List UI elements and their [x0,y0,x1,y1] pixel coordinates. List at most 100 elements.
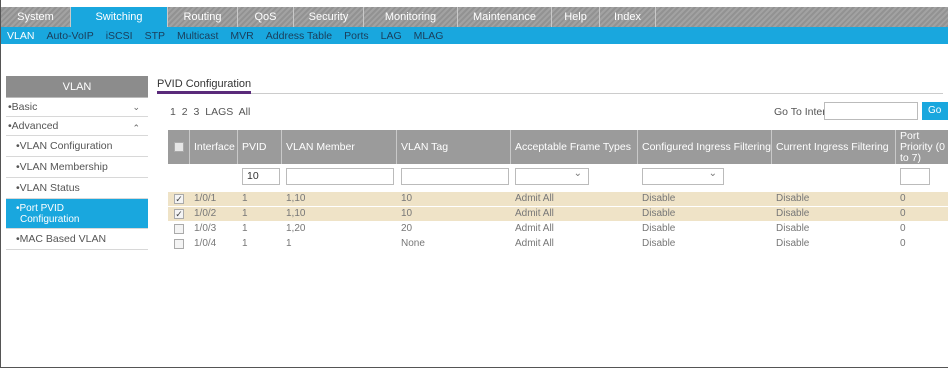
cell-vlan-member: 1 [286,238,292,249]
cell-pvid: 1 [242,223,248,234]
sub-nav: VLAN Auto-VoIP iSCSI STP Multicast MVR A… [1,27,948,44]
row-checkbox[interactable]: ✓ [174,194,184,204]
filter-row: 10 [168,164,948,190]
header-interface[interactable]: Interface [190,130,238,164]
tab-index[interactable]: Index [600,7,656,27]
cell-cfg-ingress: Disable [642,208,676,219]
sidebar-item-mac-based-vlan[interactable]: •MAC Based VLAN [6,229,148,250]
cell-interface: 1/0/2 [194,208,217,219]
tab-monitoring[interactable]: Monitoring [364,7,458,27]
pager-3[interactable]: 3 [194,106,200,118]
sidebar-advanced-label: •Advanced [8,120,59,132]
subnav-auto-voip[interactable]: Auto-VoIP [46,30,93,42]
table-row[interactable]: 1/0/3 1 1,20 20 Admit All Disable Disabl… [168,222,948,236]
pager-all[interactable]: All [239,106,251,118]
cell-vlan-member: 1,10 [286,208,306,219]
header-vlan-tag[interactable]: VLAN Tag [397,130,511,164]
subnav-lag[interactable]: LAG [381,30,402,42]
row-checkbox[interactable] [174,239,184,249]
vlan-tag-filter-input[interactable] [401,168,509,185]
ingress-filter-select[interactable] [642,166,724,185]
subnav-address-table[interactable]: Address Table [266,30,332,42]
sidebar-item-vlan-configuration[interactable]: •VLAN Configuration [6,136,148,157]
cell-vlan-tag: 10 [401,208,413,219]
subnav-mvr[interactable]: MVR [230,30,253,42]
subnav-iscsi[interactable]: iSCSI [106,30,133,42]
cell-cfg-ingress: Disable [642,238,676,249]
top-nav: System Switching Routing QoS Security Mo… [1,7,948,27]
cell-interface: 1/0/1 [194,193,217,204]
sidebar-item-vlan-membership[interactable]: •VLAN Membership [6,157,148,178]
cell-vlan-member: 1,10 [286,193,306,204]
sidebar-item-vlan-status[interactable]: •VLAN Status [6,178,148,199]
header-vlan-member[interactable]: VLAN Member [282,130,397,164]
vlan-member-filter-input[interactable] [286,168,394,185]
row-checkbox[interactable]: ✓ [174,209,184,219]
subnav-vlan[interactable]: VLAN [7,30,34,42]
cell-pvid: 1 [242,208,248,219]
cell-interface: 1/0/4 [194,238,217,249]
cell-interface: 1/0/3 [194,223,217,234]
cell-vlan-member: 1,20 [286,223,306,234]
pager: 1 2 3 LAGS All [170,106,253,118]
sidebar-basic-label: •Basic [8,101,38,113]
cell-frame-types: Admit All [515,193,554,204]
cell-frame-types: Admit All [515,208,554,219]
row-checkbox[interactable] [174,224,184,234]
cell-cur-ingress: Disable [776,223,810,234]
header-pvid[interactable]: PVID [238,130,282,164]
table-row[interactable]: ✓ 1/0/1 1 1,10 10 Admit All Disable Disa… [168,192,948,206]
header-configured-ingress-filtering[interactable]: Configured Ingress Filtering [638,130,772,164]
pager-1[interactable]: 1 [170,106,176,118]
select-all-checkbox[interactable] [174,142,184,152]
tab-pvid-configuration[interactable]: PVID Configuration [157,78,251,90]
pvid-filter-input[interactable]: 10 [242,168,280,185]
pager-lags[interactable]: LAGS [205,106,233,118]
cell-vlan-tag: None [401,238,425,249]
cell-frame-types: Admit All [515,223,554,234]
tab-system[interactable]: System [1,7,71,27]
goto-interface-input[interactable] [824,102,918,120]
cell-pvid: 1 [242,238,248,249]
tab-security[interactable]: Security [294,7,364,27]
header-acceptable-frame-types[interactable]: Acceptable Frame Types [511,130,638,164]
sidebar-item-port-pvid-configuration[interactable]: •Port PVID Configuration [6,199,148,229]
cell-pvid: 1 [242,193,248,204]
tab-help[interactable]: Help [552,7,600,27]
cell-vlan-tag: 10 [401,193,413,204]
goto-button[interactable]: Go [922,102,948,120]
cell-priority: 0 [900,223,906,234]
table-header: Interface PVID VLAN Member VLAN Tag Acce… [168,130,948,164]
subnav-stp[interactable]: STP [145,30,165,42]
sidebar-item-port-pvid-label: •Port PVID [16,203,64,214]
cell-cur-ingress: Disable [776,193,810,204]
tab-switching[interactable]: Switching [71,7,168,27]
priority-filter-input[interactable] [900,168,930,185]
header-port-priority[interactable]: Port Priority (0 to 7) [896,130,948,164]
header-select-cell [168,130,190,164]
tab-underline [157,93,943,94]
top-nav-fill [656,7,948,27]
cell-cur-ingress: Disable [776,208,810,219]
tab-maintenance[interactable]: Maintenance [458,7,552,27]
subnav-mlag[interactable]: MLAG [414,30,444,42]
table-row[interactable]: 1/0/4 1 1 None Admit All Disable Disable… [168,237,948,251]
sidebar-item-basic[interactable]: •Basic ⌄ [6,98,148,117]
chevron-up-icon: ⌃ [132,123,140,133]
cell-cfg-ingress: Disable [642,223,676,234]
subnav-ports[interactable]: Ports [344,30,369,42]
header-current-ingress-filtering[interactable]: Current Ingress Filtering [772,130,896,164]
sidebar-header: VLAN [6,76,148,98]
tab-routing[interactable]: Routing [168,7,238,27]
sidebar-item-advanced[interactable]: •Advanced ⌃ [6,117,148,136]
tab-qos[interactable]: QoS [238,7,294,27]
table-row[interactable]: ✓ 1/0/2 1 1,10 10 Admit All Disable Disa… [168,207,948,221]
chevron-down-icon: ⌄ [132,102,140,112]
tab-active-indicator [157,91,251,94]
subnav-multicast[interactable]: Multicast [177,30,218,42]
sidebar: VLAN •Basic ⌄ •Advanced ⌃ •VLAN Configur… [6,76,148,250]
cell-cfg-ingress: Disable [642,193,676,204]
frame-types-filter-select[interactable] [515,166,589,185]
pager-2[interactable]: 2 [182,106,188,118]
cell-priority: 0 [900,238,906,249]
